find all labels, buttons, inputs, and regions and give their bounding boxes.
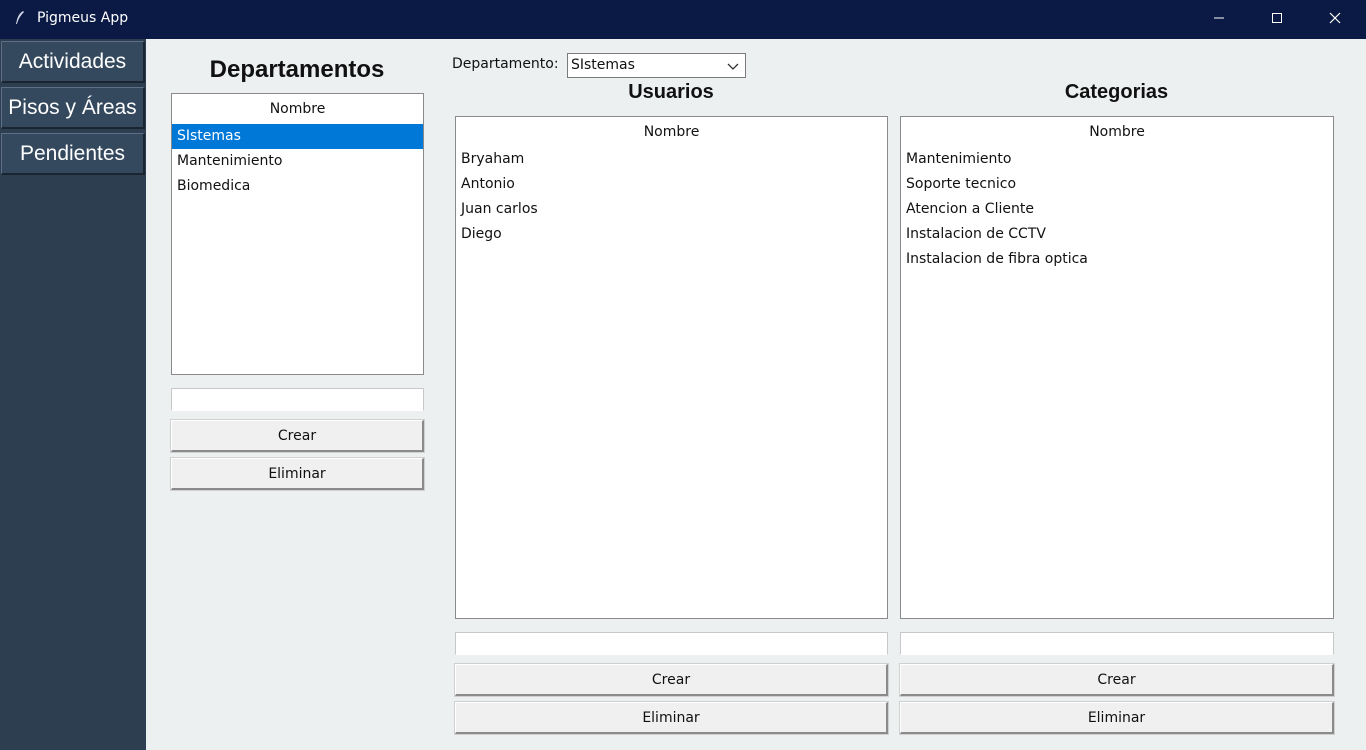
list-item[interactable]: Mantenimiento xyxy=(901,147,1333,172)
crear-categoria-button[interactable]: Crear xyxy=(899,663,1335,697)
title-bar: Pigmeus App xyxy=(0,0,1366,39)
window-title: Pigmeus App xyxy=(37,10,129,26)
main-panel: Departamentos Nombre SIstemas Mantenimien… xyxy=(146,39,1366,750)
list-item[interactable]: Bryaham xyxy=(456,147,887,172)
departamento-name-input[interactable] xyxy=(171,388,424,411)
departamentos-title: Departamentos xyxy=(209,56,385,83)
categorias-title: Categorias xyxy=(1064,81,1169,103)
departamento-select[interactable]: SIstemas xyxy=(567,53,746,78)
feather-icon xyxy=(14,10,26,28)
close-button[interactable] xyxy=(1306,0,1364,39)
eliminar-departamento-button[interactable]: Eliminar xyxy=(170,457,425,491)
eliminar-usuario-button[interactable]: Eliminar xyxy=(454,701,889,735)
departamentos-rows: SIstemas Mantenimiento Biomedica xyxy=(172,124,423,199)
crear-departamento-button[interactable]: Crear xyxy=(170,419,425,453)
departamentos-list: Nombre SIstemas Mantenimiento Biomedica xyxy=(171,93,424,375)
sidebar-item-actividades[interactable]: Actividades xyxy=(1,41,145,83)
departamento-select-value: SIstemas xyxy=(571,57,635,73)
list-item[interactable]: Instalacion de CCTV xyxy=(901,222,1333,247)
usuarios-title: Usuarios xyxy=(628,81,714,103)
close-icon xyxy=(1329,12,1341,28)
categorias-column-header[interactable]: Nombre xyxy=(901,117,1333,147)
usuarios-list: Nombre Bryaham Antonio Juan carlos Diego xyxy=(455,116,888,619)
departamento-filter-label: Departamento: xyxy=(452,56,559,72)
categorias-rows: Mantenimiento Soporte tecnico Atencion a C… xyxy=(901,147,1333,272)
usuarios-column-header[interactable]: Nombre xyxy=(456,117,887,147)
list-item[interactable]: Antonio xyxy=(456,172,887,197)
list-item[interactable]: SIstemas xyxy=(172,124,423,149)
list-item[interactable]: Juan carlos xyxy=(456,197,887,222)
sidebar-item-pisos-areas[interactable]: Pisos y Áreas xyxy=(1,87,145,129)
sidebar-item-pendientes[interactable]: Pendientes xyxy=(1,133,145,175)
minimize-icon xyxy=(1213,12,1225,28)
list-item[interactable]: Mantenimiento xyxy=(172,149,423,174)
list-item[interactable]: Soporte tecnico xyxy=(901,172,1333,197)
maximize-icon xyxy=(1271,12,1283,28)
maximize-button[interactable] xyxy=(1248,0,1306,39)
list-item[interactable]: Diego xyxy=(456,222,887,247)
categoria-name-input[interactable] xyxy=(900,632,1334,655)
eliminar-categoria-button[interactable]: Eliminar xyxy=(899,701,1335,735)
list-item[interactable]: Instalacion de fibra optica xyxy=(901,247,1333,272)
usuarios-rows: Bryaham Antonio Juan carlos Diego xyxy=(456,147,887,247)
crear-usuario-button[interactable]: Crear xyxy=(454,663,889,697)
sidebar: Actividades Pisos y Áreas Pendientes xyxy=(0,39,146,750)
list-item[interactable]: Biomedica xyxy=(172,174,423,199)
chevron-down-icon[interactable] xyxy=(726,59,740,73)
usuario-name-input[interactable] xyxy=(455,632,888,655)
categorias-list: Nombre Mantenimiento Soporte tecnico Atenc… xyxy=(900,116,1334,619)
list-item[interactable]: Atencion a Cliente xyxy=(901,197,1333,222)
minimize-button[interactable] xyxy=(1190,0,1248,39)
departamentos-column-header[interactable]: Nombre xyxy=(172,94,423,124)
